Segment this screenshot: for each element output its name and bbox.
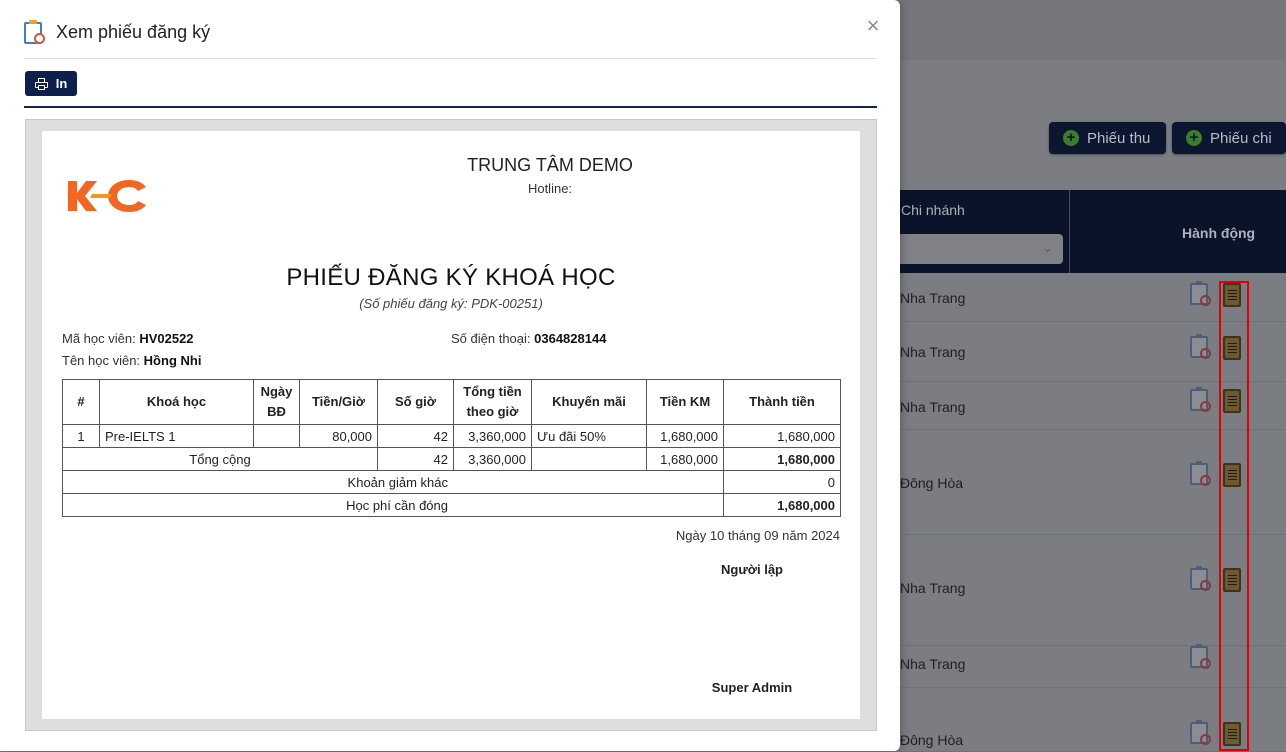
document-number: (Số phiếu đăng ký: PDK-00251) xyxy=(359,296,543,311)
print-button-label: In xyxy=(55,76,68,91)
modal-header: Xem phiếu đăng ký xyxy=(24,17,210,47)
receipt-button[interactable]: + Phiếu thu xyxy=(1049,122,1166,154)
view-registration-icon[interactable] xyxy=(1190,461,1211,486)
view-registration-icon[interactable] xyxy=(1190,281,1211,306)
cell-promo-amount: 1,680,000 xyxy=(646,424,724,448)
plus-icon: + xyxy=(1186,130,1202,146)
student-code-value: HV02522 xyxy=(139,331,194,346)
branch-cell: Nha Trang xyxy=(900,399,966,415)
total-row: Tổng cộng 42 3,360,000 1,680,000 1,680,0… xyxy=(62,447,841,471)
view-registration-icon[interactable] xyxy=(1190,334,1211,359)
phone-number: Số điện thoại: 0364828144 xyxy=(451,331,606,346)
payable-value: 1,680,000 xyxy=(723,493,841,517)
close-button[interactable]: × xyxy=(862,14,884,38)
center-name: TRUNG TÂM DEMO xyxy=(467,155,633,175)
student-name-value: Hồng Nhi xyxy=(143,353,202,368)
view-registration-icon[interactable] xyxy=(1190,720,1211,745)
col-course: Khoá học xyxy=(99,379,254,425)
branch-cell: Đông Hòa xyxy=(900,732,964,748)
col-promotion: Khuyến mãi xyxy=(531,379,647,425)
cell-start-date xyxy=(253,424,300,448)
col-rate: Tiền/Giờ xyxy=(299,379,378,425)
branch-cell: Đông Hòa xyxy=(900,475,964,491)
payment-button-label: Phiếu chi xyxy=(1210,129,1272,147)
total-promo-amount: 1,680,000 xyxy=(646,447,724,471)
cell-promotion: Ưu đãi 50% xyxy=(531,424,647,448)
view-registration-icon[interactable] xyxy=(1190,566,1211,591)
view-registration-icon[interactable] xyxy=(1190,644,1211,669)
modal-title: Xem phiếu đăng ký xyxy=(56,21,211,42)
payment-button[interactable]: + Phiếu chi xyxy=(1172,122,1286,154)
cell-no: 1 xyxy=(62,424,100,448)
student-code-label: Mã học viên: xyxy=(62,331,136,346)
receipt-button-label: Phiếu thu xyxy=(1087,129,1151,147)
other-discount-label: Khoản giảm khác xyxy=(62,470,724,494)
table-header-row: # Khoá học Ngày BĐ Tiền/Giờ Số giờ Tổng … xyxy=(62,379,841,425)
header-divider xyxy=(24,58,877,59)
registration-modal: Xem phiếu đăng ký × In TRUNG TÂM DEMO Ho… xyxy=(0,0,900,751)
cell-hours: 42 xyxy=(377,424,454,448)
student-name: Tên học viên: Hồng Nhi xyxy=(62,353,201,368)
payable-row: Học phí cần đóng 1,680,000 xyxy=(62,493,841,517)
kc-logo xyxy=(68,180,146,212)
other-discount-value: 0 xyxy=(723,470,841,494)
cell-course: Pre-IELTS 1 xyxy=(99,424,254,448)
creator-label: Người lập xyxy=(721,562,783,577)
cell-total-by-hour: 3,360,000 xyxy=(453,424,532,448)
hotline: Hotline: xyxy=(527,181,573,196)
branch-cell: Nha Trang xyxy=(900,656,966,672)
document-date: Ngày 10 tháng 09 năm 2024 xyxy=(675,528,840,543)
student-code: Mã học viên: HV02522 xyxy=(62,331,194,346)
table-header: Chi nhánh ⌄ Hành động xyxy=(900,190,1286,273)
chevron-down-icon: ⌄ xyxy=(1042,240,1053,255)
phone-label: Số điện thoại: xyxy=(451,331,531,346)
creator-name: Super Admin xyxy=(711,680,793,695)
view-registration-icon[interactable] xyxy=(1190,387,1211,412)
highlight-box xyxy=(1219,281,1249,751)
cell-rate: 80,000 xyxy=(299,424,378,448)
plus-icon: + xyxy=(1063,130,1079,146)
registration-table: # Khoá học Ngày BĐ Tiền/Giờ Số giờ Tổng … xyxy=(62,379,841,517)
branch-cell: Nha Trang xyxy=(900,580,966,596)
cell-amount: 1,680,000 xyxy=(723,424,841,448)
student-name-label: Tên học viên: xyxy=(62,353,141,368)
total-promotion-empty xyxy=(531,447,647,471)
total-amount: 1,680,000 xyxy=(723,447,841,471)
other-discount-row: Khoản giảm khác 0 xyxy=(62,470,841,494)
col-start-date: Ngày BĐ xyxy=(253,379,300,425)
col-amount: Thành tiền xyxy=(723,379,841,425)
branch-filter-select[interactable]: ⌄ xyxy=(900,234,1063,264)
total-label: Tổng cộng xyxy=(62,447,378,471)
document-title: PHIẾU ĐĂNG KÝ KHOÁ HỌC xyxy=(286,264,616,291)
phone-value: 0364828144 xyxy=(534,331,607,346)
total-by-hour: 3,360,000 xyxy=(453,447,532,471)
col-no: # xyxy=(62,379,100,425)
total-hours: 42 xyxy=(377,447,454,471)
payable-label: Học phí cần đóng xyxy=(62,493,724,517)
branch-cell: Nha Trang xyxy=(900,344,966,360)
print-button[interactable]: In xyxy=(25,71,77,96)
action-column-label: Hành động xyxy=(1182,225,1256,241)
clipboard-search-icon xyxy=(24,20,45,44)
col-total-by-hour: Tổng tiền theo giờ xyxy=(453,379,532,425)
col-hours: Số giờ xyxy=(377,379,454,425)
table-row: 1 Pre-IELTS 1 80,000 42 3,360,000 Ưu đãi… xyxy=(62,424,841,448)
toolbar-divider xyxy=(24,106,877,108)
branch-column-label: Chi nhánh xyxy=(901,202,965,218)
branch-cell: Nha Trang xyxy=(900,290,966,306)
printer-icon xyxy=(34,77,48,90)
col-promo-amount: Tiền KM xyxy=(646,379,724,425)
